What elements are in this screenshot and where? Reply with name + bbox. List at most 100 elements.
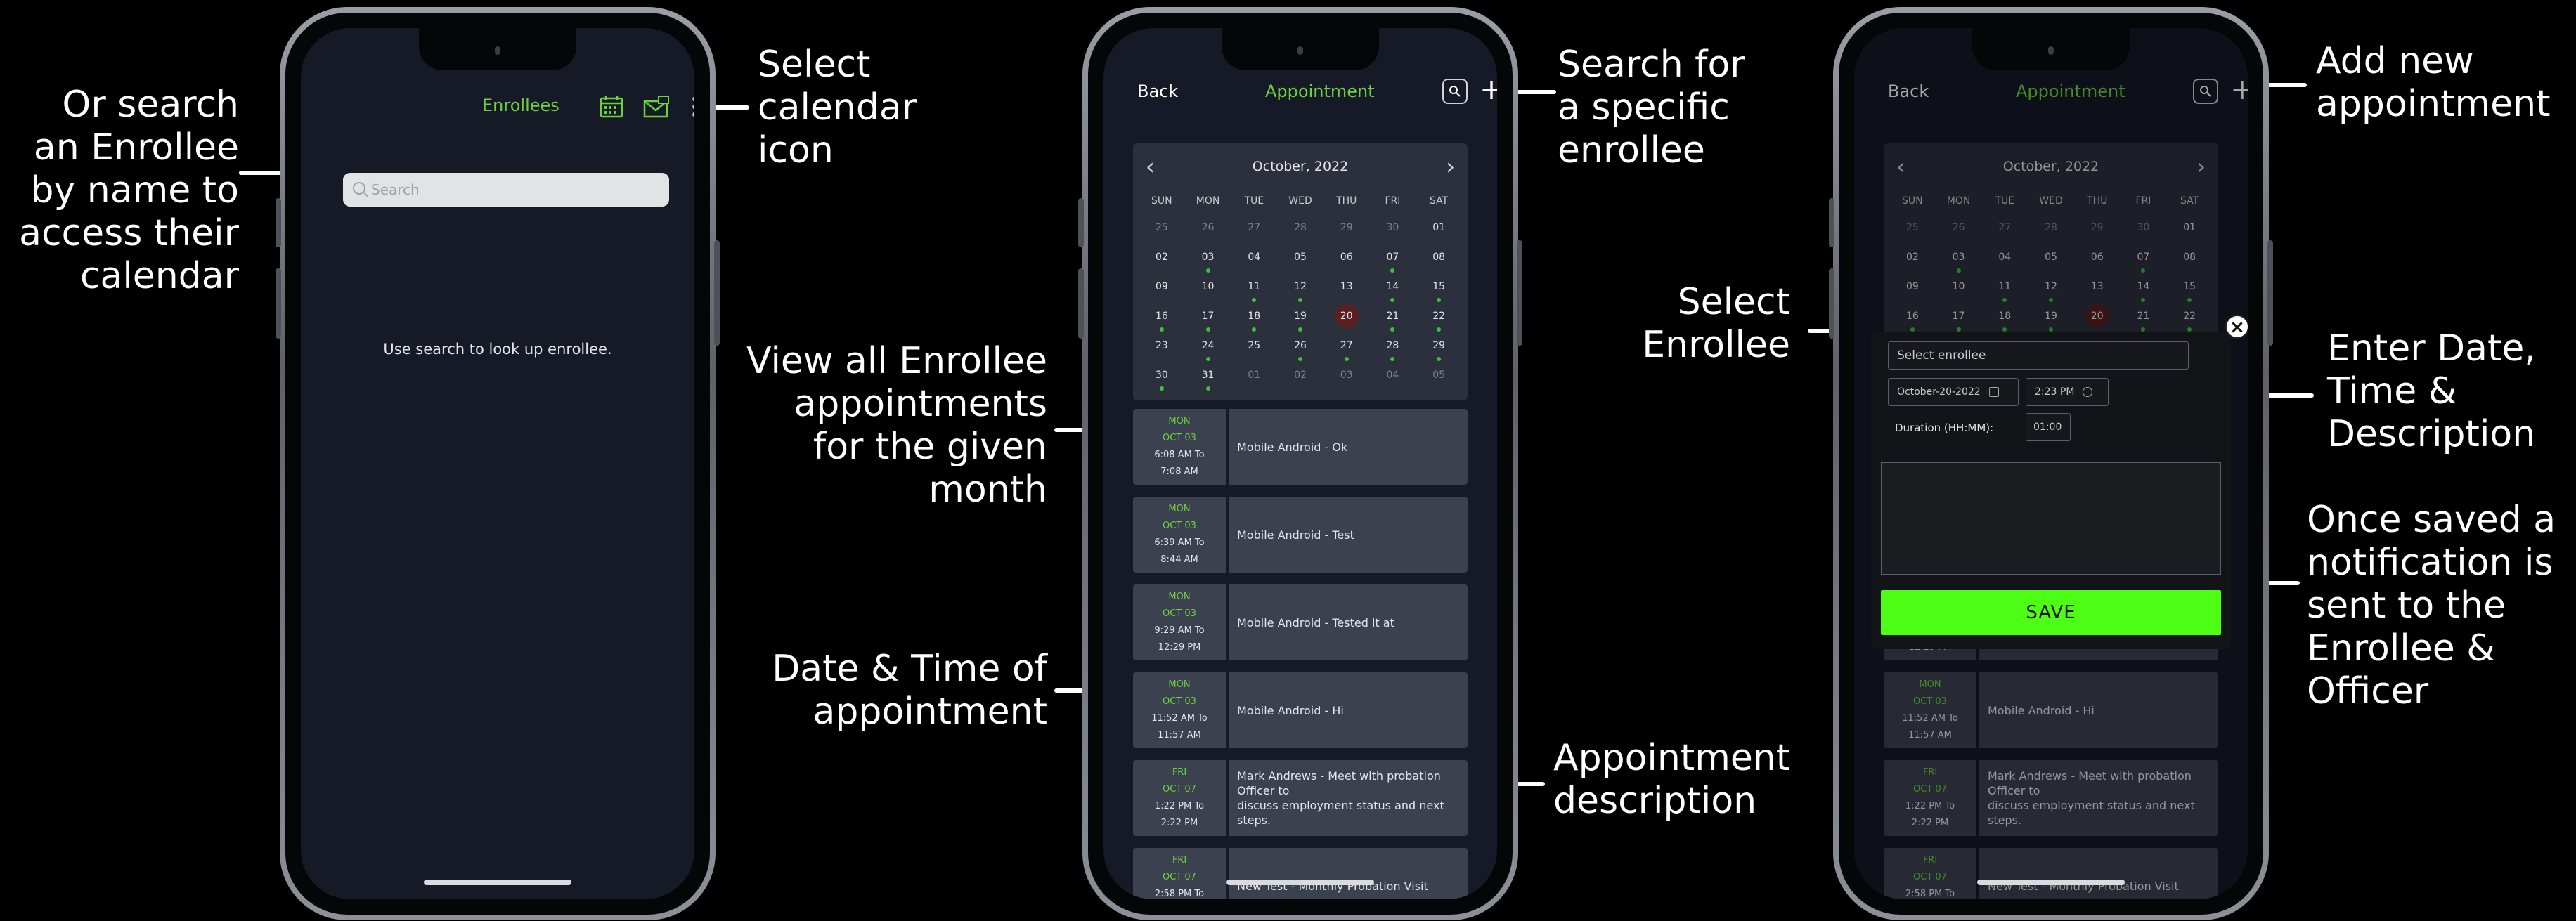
calendar-day[interactable]: 02 [1139,250,1185,280]
calendar-day[interactable]: 09 [1139,280,1185,309]
day-number: 20 [1334,304,1359,328]
appointment-date: FRIOCT 072:58 PM To3:58 PM [1133,848,1229,899]
back-button[interactable]: Back [1137,81,1178,101]
appointment-card[interactable]: MON OCT 03 6:39 AM To 8:44 AM Mobile Android… [1133,497,1468,573]
event-dot [1205,268,1210,273]
day-number: 26 [1294,340,1307,351]
search-icon[interactable] [1442,79,1468,104]
enrollees-screen: Enrollees Search Use search to look up e… [301,28,694,899]
calendar-day[interactable]: 29 [1416,339,1462,368]
weekday-label: SUN [1151,195,1172,207]
calendar-day[interactable]: 05 [1416,368,1462,398]
more-vertical-icon[interactable] [689,94,694,119]
appointment-screen: Back Appointment + ‹ October, 2022 › SUN MON… [1103,28,1497,899]
weekday-label: THU [1336,195,1357,207]
new-appointment-modal: × Select enrollee October-20-2022 2:23 P… [1871,315,2248,649]
calendar-day[interactable]: 17 [1185,309,1231,339]
calendar-day[interactable]: 26 [1277,339,1323,368]
appointment-day: OCT 03 [1163,696,1196,707]
appointment-card[interactable]: MON OCT 03 6:08 AM To 7:08 AM Mobile Android… [1133,409,1468,485]
event-dot [1297,298,1302,302]
day-number: 11 [1248,281,1261,292]
enrollee-select[interactable]: Select enrollee [1888,341,2189,370]
appointment-weekday: MON [1168,592,1191,602]
annotation-select-calendar: Select calendar icon [758,44,917,171]
calendar-day[interactable]: 01 [1416,221,1462,250]
time-field[interactable]: 2:23 PM [2026,378,2109,406]
calendar-day[interactable]: 03 [1185,250,1231,280]
appointment-card[interactable]: MON OCT 03 11:52 AM To 11:57 AM Mobile Andro… [1133,672,1468,748]
day-number: 07 [1386,252,1399,263]
calendar-day[interactable]: 19 [1277,309,1323,339]
chevron-right-icon[interactable]: › [1446,153,1455,180]
day-number: 17 [1201,311,1215,322]
calendar-day[interactable]: 05 [1277,250,1323,280]
home-indicator [424,880,571,885]
calendar-day[interactable]: 30 [1139,368,1185,398]
phone-frame-enrollees: Enrollees Search Use search to look up e… [276,7,720,920]
calendar-day[interactable]: 27 [1323,339,1370,368]
calendar-day[interactable]: 20 [1323,304,1370,339]
close-icon[interactable]: × [2225,315,2248,339]
search-input[interactable]: Search [343,173,669,207]
phone-frame-new-appointment: Back Appointment + ‹ October, 2022 › SUN MON… [1829,7,2273,920]
appointment-weekday: MON [1168,504,1191,514]
appointment-card[interactable]: MON OCT 03 9:29 AM To 12:29 PM Mobile Androi… [1133,584,1468,660]
mail-icon[interactable] [642,94,671,119]
appointment-card[interactable]: FRI OCT 07 1:22 PM To 2:22 PM Mark Andrews -… [1133,760,1468,836]
calendar-day[interactable]: 28 [1370,339,1416,368]
calendar-day[interactable]: 22 [1416,309,1462,339]
calendar-day[interactable]: 25 [1139,221,1185,250]
calendar-icon[interactable] [599,94,624,119]
appointment-weekday: FRI [1172,767,1187,778]
event-dot [1437,327,1442,332]
calendar-day[interactable]: 08 [1416,250,1462,280]
calendar-day[interactable]: 02 [1277,368,1323,398]
day-number: 18 [1248,311,1261,322]
calendar-day[interactable]: 11 [1231,280,1277,309]
date-field[interactable]: October-20-2022 [1888,378,2019,406]
calendar-day[interactable]: 04 [1370,368,1416,398]
annotation-enter-date: Enter Date, Time & Description [2327,327,2536,455]
calendar-day[interactable]: 28 [1277,221,1323,250]
event-dot [1437,298,1442,302]
calendar-icon [1988,387,1999,397]
calendar-day[interactable]: 25 [1231,339,1277,368]
calendar-day[interactable]: 31 [1185,368,1231,398]
calendar-day[interactable]: 04 [1231,250,1277,280]
appointment-description: Mobile Android - Tested it at [1237,615,1394,629]
calendar-day[interactable]: 24 [1185,339,1231,368]
day-number: 28 [1386,340,1399,351]
calendar-day[interactable]: 30 [1370,221,1416,250]
page-title: Appointment [1265,81,1375,101]
calendar-day[interactable]: 16 [1139,309,1185,339]
appointment-time: 8:44 AM [1160,554,1198,565]
annotation-search-specific: Search for a specific enrollee [1558,44,1745,171]
day-number: 05 [1432,370,1446,381]
calendar-day[interactable]: 26 [1185,221,1231,250]
day-number: 24 [1201,340,1215,351]
calendar-day[interactable]: 06 [1323,250,1370,280]
plus-icon[interactable]: + [1479,76,1497,104]
calendar-day[interactable]: 29 [1323,221,1370,250]
calendar-day[interactable]: 10 [1185,280,1231,309]
description-textarea[interactable] [1881,462,2221,575]
day-number: 13 [1340,281,1353,292]
calendar-day[interactable]: 14 [1370,280,1416,309]
calendar-day[interactable]: 23 [1139,339,1185,368]
duration-field[interactable]: 01:00 [2026,413,2071,441]
day-number: 23 [1155,340,1168,351]
appointment-weekday: MON [1168,416,1191,426]
calendar-day[interactable]: 18 [1231,309,1277,339]
calendar-day[interactable]: 27 [1231,221,1277,250]
appointment-date: MON OCT 03 11:52 AM To 11:57 AM [1133,672,1229,748]
calendar-day[interactable]: 21 [1370,309,1416,339]
appointment-card[interactable]: FRIOCT 072:58 PM To3:58 PMNew Test - Mon… [1133,848,1468,899]
calendar-day[interactable]: 15 [1416,280,1462,309]
calendar-day[interactable]: 12 [1277,280,1323,309]
calendar-day[interactable]: 07 [1370,250,1416,280]
annotation-date-time: Date & Time of appointment [772,648,1047,733]
save-button[interactable]: SAVE [1881,590,2221,635]
calendar-day[interactable]: 03 [1323,368,1370,398]
calendar-day[interactable]: 01 [1231,368,1277,398]
